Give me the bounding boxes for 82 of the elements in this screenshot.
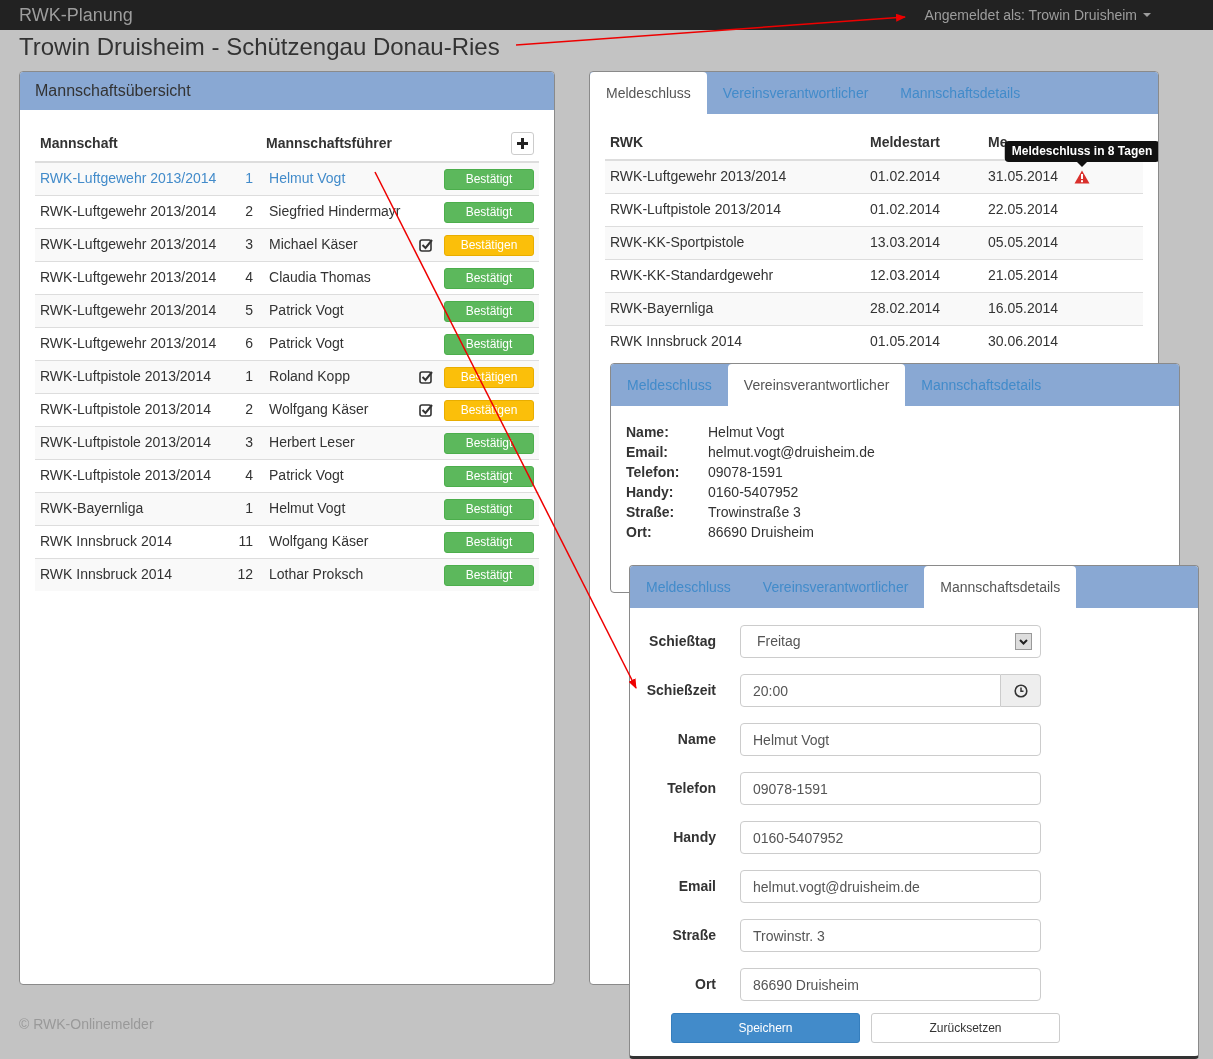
table-cell[interactable]: RWK-Bayernliga <box>35 492 231 525</box>
table-cell: 12 <box>231 558 261 591</box>
field-value: Trowinstraße 3 <box>708 503 802 522</box>
field-value: 09078-1591 <box>708 463 784 482</box>
field-label: Ort: <box>626 523 653 542</box>
time-input[interactable]: 20:00 <box>740 674 1001 707</box>
table-cell: RWK Innsbruck 2014 <box>605 325 865 358</box>
input-field[interactable]: Helmut Vogt <box>740 723 1041 756</box>
table-cell[interactable]: Herbert Leser <box>261 426 413 459</box>
panel-title: Mannschaftsübersicht <box>35 81 191 101</box>
field-label: Schießzeit <box>645 681 716 700</box>
field-label: Name: <box>626 423 670 442</box>
user-menu[interactable]: Angemeldet als: Trowin Druisheim <box>924 4 1151 26</box>
table-cell[interactable]: Helmut Vogt <box>261 162 413 195</box>
check-square-icon <box>419 402 433 417</box>
input-field[interactable]: 86690 Druisheim <box>740 968 1041 1001</box>
table-cell[interactable]: Roland Kopp <box>261 360 413 393</box>
plus-icon <box>517 138 528 149</box>
table-cell: RWK-KK-Sportpistole <box>605 226 865 259</box>
table-cell[interactable]: RWK-Luftgewehr 2013/2014 <box>35 162 231 195</box>
table-cell[interactable]: RWK-Luftpistole 2013/2014 <box>35 360 231 393</box>
field-label: Name <box>676 730 716 749</box>
tooltip-arrow <box>1077 161 1088 167</box>
field-label: Straße <box>671 926 716 945</box>
reset-button[interactable]: Zurücksetzen <box>871 1013 1060 1043</box>
table-cell: 1 <box>231 360 261 393</box>
table-cell: RWK-Luftgewehr 2013/2014 <box>605 160 865 193</box>
table-cell[interactable]: RWK-Luftgewehr 2013/2014 <box>35 294 231 327</box>
select-field[interactable]: Freitag <box>740 625 1041 658</box>
check-square-icon <box>419 237 433 252</box>
table-cell: 13.03.2014 <box>865 226 983 259</box>
brand-title[interactable]: RWK-Planung <box>19 1 133 29</box>
input-field[interactable]: 0160-5407952 <box>740 821 1041 854</box>
table-cell: 1 <box>231 162 261 195</box>
page-title: Trowin Druisheim - Schützengau Donau-Ries <box>19 33 501 61</box>
save-button[interactable]: Speichern <box>671 1013 860 1043</box>
tab[interactable]: Mannschaftsdetails <box>924 566 1077 608</box>
tab[interactable]: Meldeschluss <box>590 72 707 114</box>
field-label: Email <box>677 877 716 896</box>
table-cell[interactable]: Michael Käser <box>261 228 413 261</box>
table-cell: 1 <box>231 492 261 525</box>
field-label: Schießtag <box>648 632 716 651</box>
table-cell[interactable]: Patrick Vogt <box>261 294 413 327</box>
table-cell: RWK-Bayernliga <box>605 292 865 325</box>
table-cell: 3 <box>231 228 261 261</box>
table-cell-text: 21.05.2014 <box>988 266 1059 285</box>
dropdown-icon <box>1015 633 1032 650</box>
table-cell: 28.02.2014 <box>865 292 983 325</box>
table-cell-text: 30.06.2014 <box>988 332 1059 352</box>
input-field[interactable]: 09078-1591 <box>740 772 1041 805</box>
field-value: 86690 Druisheim <box>708 523 815 542</box>
field-label: Telefon <box>666 779 716 798</box>
field-value: 0160-5407952 <box>708 483 800 502</box>
field-value: helmut.vogt@druisheim.de <box>708 443 876 462</box>
table-cell: 3 <box>231 426 261 459</box>
table-cell[interactable]: RWK-Luftpistole 2013/2014 <box>35 426 231 459</box>
tab[interactable]: Vereinsverantwortlicher <box>727 364 906 406</box>
field-label: Ort <box>694 975 716 994</box>
field-label: Handy: <box>626 483 675 502</box>
field-label: Handy <box>672 828 716 847</box>
field-label: Telefon: <box>626 463 681 482</box>
check-square-icon <box>419 369 433 384</box>
clock-icon <box>1013 683 1028 698</box>
table-cell[interactable]: Lothar Proksch <box>261 558 413 591</box>
field-value: Helmut Vogt <box>708 423 786 442</box>
table-cell: 01.02.2014 <box>865 160 983 193</box>
input-field[interactable]: helmut.vogt@druisheim.de <box>740 870 1041 903</box>
field-label: Email: <box>626 443 669 462</box>
caret-icon <box>1143 13 1151 17</box>
table-cell: 01.05.2014 <box>865 325 983 358</box>
add-button[interactable] <box>511 132 534 155</box>
table-cell-text: 22.05.2014 <box>988 200 1059 219</box>
table-cell[interactable]: Helmut Vogt <box>261 492 413 525</box>
table-cell[interactable]: RWK-Luftgewehr 2013/2014 <box>35 228 231 261</box>
table-cell: 5 <box>231 294 261 327</box>
field-label: Straße: <box>626 503 676 522</box>
time-picker-button[interactable] <box>1001 674 1041 707</box>
table-cell[interactable]: RWK Innsbruck 2014 <box>35 558 231 591</box>
table-cell-text: 05.05.2014 <box>988 233 1059 252</box>
table-cell-text: 16.05.2014 <box>988 299 1059 318</box>
input-field[interactable]: Trowinstr. 3 <box>740 919 1041 952</box>
table-cell-text: 31.05.2014 <box>988 167 1059 187</box>
